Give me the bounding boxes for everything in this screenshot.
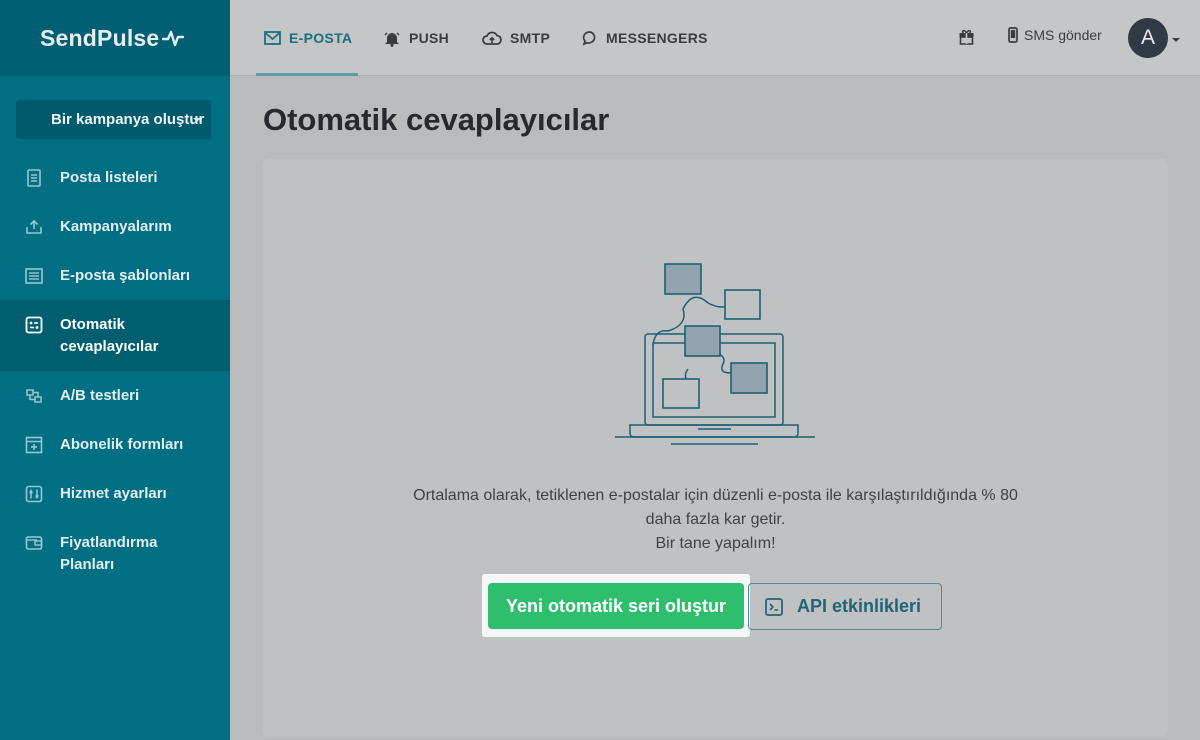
tab-messengers[interactable]: MESSENGERS (582, 0, 708, 76)
sidebar-item-subscription-forms[interactable]: Abonelik formları (0, 420, 230, 469)
empty-state-card: Ortalama olarak, tetiklenen e-postalar i… (263, 159, 1168, 737)
api-events-button[interactable]: API etkinlikleri (748, 583, 942, 630)
mail-icon (264, 31, 281, 45)
chat-icon (582, 30, 598, 46)
sidebar-item-label: Fiyatlandırma Planları (60, 534, 158, 573)
description-cta-line: Bir tane yapalım! (655, 535, 776, 552)
avatar-letter: A (1140, 26, 1155, 49)
sidebar-item-email-templates[interactable]: E-posta şablonları (0, 251, 230, 300)
laptop-automation-illustration (613, 259, 818, 454)
form-icon (24, 434, 44, 456)
api-events-label: API etkinlikleri (797, 596, 922, 616)
sidebar-item-autoresponders[interactable]: Otomatik cevaplayıcılar (0, 300, 230, 371)
pulse-icon (162, 30, 185, 47)
sidebar-item-label: Posta listeleri (60, 169, 158, 186)
chevron-down-icon (193, 118, 201, 122)
create-campaign-button[interactable]: Bir kampanya oluştur (16, 100, 211, 139)
create-campaign-label: Bir kampanya oluştur (51, 111, 205, 128)
sidebar-item-label: Otomatik cevaplayıcılar (60, 316, 159, 355)
ab-test-icon (24, 385, 44, 407)
tab-email[interactable]: E-POSTA (256, 0, 358, 76)
sidebar-item-mailing-lists[interactable]: Posta listeleri (0, 153, 230, 202)
top-navigation: E-POSTA PUSH SMTP MESSENGERS SMS gönder … (230, 0, 1200, 76)
sendpulse-logo[interactable]: SendPulse (40, 24, 185, 52)
description-line: Ortalama olarak, tetiklenen e-postalar i… (413, 487, 1018, 504)
tab-push[interactable]: PUSH (383, 0, 449, 76)
send-sms-label: SMS gönder (1024, 27, 1102, 43)
send-sms-button[interactable]: SMS gönder (1008, 27, 1102, 43)
sidebar-item-ab-tests[interactable]: A/B testleri (0, 371, 230, 420)
sidebar-item-label: A/B testleri (60, 387, 140, 404)
page-title: Otomatik cevaplayıcılar (263, 102, 610, 137)
sidebar-item-campaigns[interactable]: Kampanyalarım (0, 202, 230, 251)
automation-icon (24, 314, 44, 336)
cloud-icon (482, 31, 502, 46)
create-autoresponder-button[interactable]: Yeni otomatik seri oluştur (488, 583, 744, 629)
tab-smtp[interactable]: SMTP (482, 0, 550, 76)
phone-icon (1008, 27, 1018, 43)
sidebar-item-label: E-posta şablonları (60, 267, 191, 284)
bell-icon (383, 30, 401, 47)
sidebar: SendPulse Bir kampanya oluştur Posta lis… (0, 0, 230, 740)
gift-icon (959, 29, 974, 45)
settings-icon (24, 483, 44, 505)
tab-label: PUSH (409, 30, 450, 46)
send-icon (24, 216, 44, 238)
sidebar-nav: Posta listeleri Kampanyalarım E-posta şa… (0, 153, 230, 589)
list-icon (24, 167, 44, 189)
create-autoresponder-label: Yeni otomatik seri oluştur (505, 595, 727, 616)
description-line: daha fazla kar getir. (645, 511, 786, 528)
primary-button-highlight: Yeni otomatik seri oluştur (482, 574, 750, 637)
avatar[interactable]: A (1128, 18, 1168, 58)
logo-area: SendPulse (0, 0, 230, 76)
logo-text: SendPulse (40, 24, 160, 51)
sidebar-item-pricing-plans[interactable]: Fiyatlandırma Planları (0, 518, 230, 589)
tab-label: SMTP (510, 30, 551, 46)
tab-label: E-POSTA (289, 30, 353, 46)
sidebar-item-service-settings[interactable]: Hizmet ayarları (0, 469, 230, 518)
empty-state-description: Ortalama olarak, tetiklenen e-postalar i… (263, 484, 1168, 556)
tab-label: MESSENGERS (606, 30, 708, 46)
chevron-down-icon[interactable] (1172, 38, 1180, 42)
gift-button[interactable] (958, 28, 975, 50)
wallet-icon (24, 532, 44, 554)
template-icon (24, 265, 44, 287)
sidebar-item-label: Hizmet ayarları (60, 485, 167, 502)
sidebar-item-label: Kampanyalarım (60, 218, 172, 235)
terminal-icon (765, 597, 783, 616)
sidebar-item-label: Abonelik formları (60, 436, 184, 453)
